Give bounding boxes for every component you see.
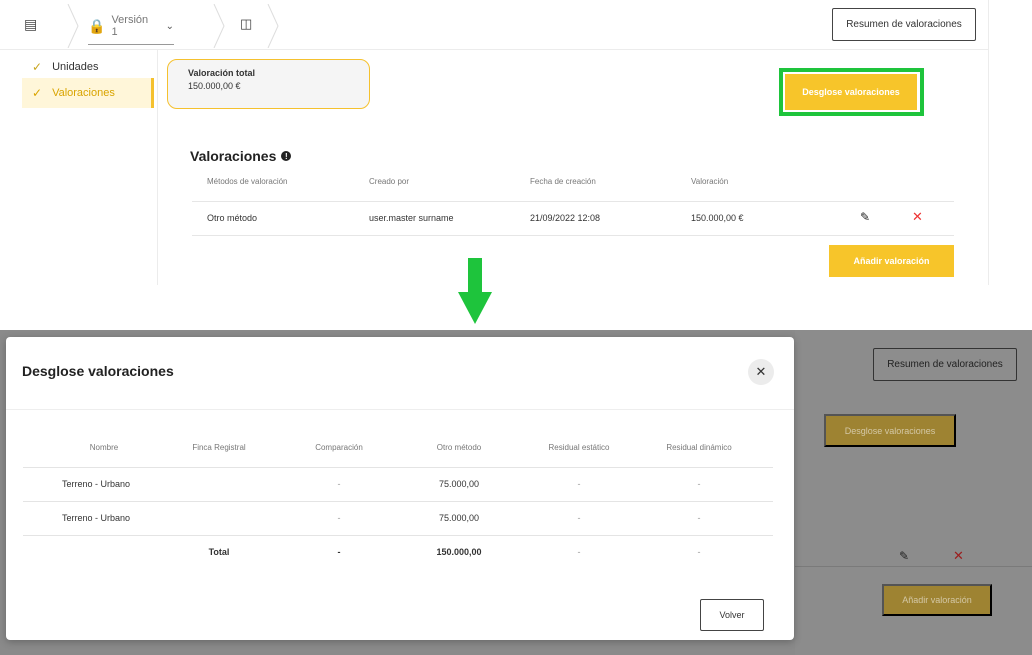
table-cell: 75.000,00 (438, 479, 480, 489)
before-screenshot: ▤ 🔒 Versión 1 ⌄ ◫ Resumen de valoracione… (0, 0, 1032, 290)
table-cell: - (697, 547, 701, 557)
table-header: Nombre (89, 443, 119, 452)
check-icon: ✓ (32, 86, 43, 100)
total-valuation-value: 150.000,00 € (188, 81, 241, 91)
summary-button: Resumen de valoraciones (873, 348, 1017, 381)
total-valuation-label: Valoración total (188, 68, 256, 78)
table-cell: 21/09/2022 12:08 (530, 213, 601, 223)
table-divider (192, 201, 954, 202)
modal-divider (6, 409, 794, 410)
after-screenshot: Resumen de valoraciones Desglose valorac… (0, 330, 1032, 655)
table-cell: - (697, 513, 701, 523)
chevron-down-icon: ⌄ (165, 20, 174, 32)
table-header: Residual dinámico (666, 443, 732, 452)
table-divider (23, 467, 773, 468)
table-cell: - (577, 513, 581, 523)
table-cell: - (697, 479, 701, 489)
pencil-icon: ✎ (899, 549, 910, 563)
info-icon[interactable]: ! (281, 151, 292, 161)
modal-title: Desglose valoraciones (22, 363, 174, 379)
lock-icon: 🔒 (88, 17, 106, 34)
total-value: 150.000,00 (436, 547, 482, 557)
table-cell: - (337, 547, 341, 557)
table-cell: - (337, 479, 341, 489)
breakdown-modal: Desglose valoraciones ✕ Nombre Finca Reg… (6, 337, 794, 640)
table-cell: - (337, 513, 341, 523)
version-label: Versión 1 (111, 14, 149, 38)
table-cell: user.master surname (369, 213, 454, 223)
sidebar-item-valoraciones[interactable]: ✓ Valoraciones (22, 78, 154, 108)
content-divider (988, 0, 989, 285)
list-icon[interactable]: ▤ (24, 16, 37, 33)
table-header: Finca Registral (192, 443, 246, 452)
table-header: Fecha de creación (530, 177, 596, 186)
table-cell: - (577, 547, 581, 557)
add-valuation-button[interactable]: Añadir valoración (829, 245, 954, 277)
arrow-down-icon (458, 258, 492, 324)
breakdown-button[interactable]: Desglose valoraciones (785, 74, 917, 110)
sidebar-item-label: Unidades (52, 61, 99, 73)
table-cell: Terreno - Urbano (62, 513, 131, 523)
breadcrumb-separator (267, 4, 279, 48)
table-divider (23, 535, 773, 536)
table-cell: 150.000,00 € (691, 213, 744, 223)
sidebar-item-label: Valoraciones (52, 87, 115, 99)
table-cell: Terreno - Urbano (62, 479, 131, 489)
version-select[interactable]: 🔒 Versión 1 ⌄ (88, 14, 174, 45)
table-divider (795, 566, 1032, 567)
breadcrumb-separator (213, 4, 225, 48)
breakdown-button: Desglose valoraciones (824, 414, 956, 447)
summary-button[interactable]: Resumen de valoraciones (832, 8, 976, 41)
close-icon[interactable]: ✕ (748, 359, 774, 385)
table-header: Métodos de valoración (207, 177, 288, 186)
table-header: Otro método (436, 443, 482, 452)
table-divider (23, 501, 773, 502)
section-title: Valoraciones ! (190, 148, 292, 164)
table-header: Residual estático (548, 443, 610, 452)
pencil-icon[interactable]: ✎ (860, 210, 870, 224)
sidebar-divider (157, 50, 158, 285)
x-icon[interactable]: ✕ (912, 209, 923, 225)
table-divider (192, 235, 954, 236)
x-icon: ✕ (953, 548, 964, 563)
table-header: Comparación (315, 443, 363, 452)
check-icon: ✓ (32, 60, 43, 74)
total-label: Total (208, 547, 230, 557)
tree-icon[interactable]: ◫ (240, 16, 252, 32)
table-cell: Otro método (207, 213, 258, 223)
breadcrumb-separator (67, 4, 79, 48)
total-valuation-card: Valoración total 150.000,00 € (167, 59, 370, 109)
back-button[interactable]: Volver (700, 599, 764, 631)
table-cell: 75.000,00 (438, 513, 480, 523)
table-header: Valoración (691, 177, 729, 186)
topbar: ▤ 🔒 Versión 1 ⌄ ◫ Resumen de valoracione… (0, 0, 988, 50)
add-valuation-button: Añadir valoración (882, 584, 992, 616)
table-header: Creado por (369, 177, 410, 186)
table-cell: - (577, 479, 581, 489)
